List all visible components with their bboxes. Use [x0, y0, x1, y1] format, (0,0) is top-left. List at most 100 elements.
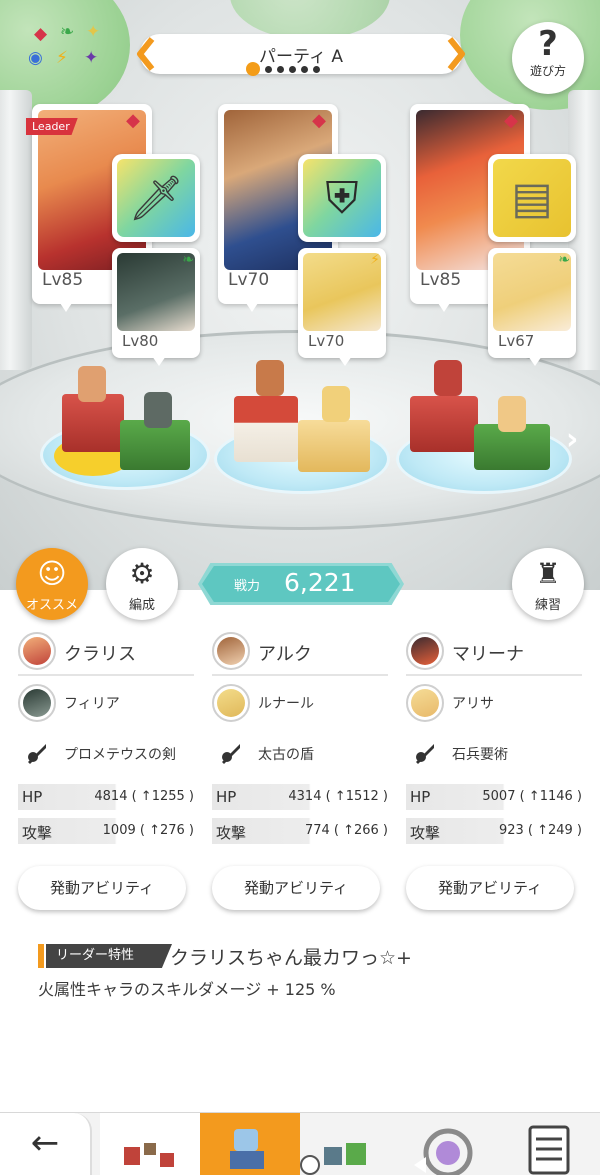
main-character-row[interactable]: アルク: [212, 630, 388, 676]
party-sprite-group-3: [396, 360, 572, 500]
party-sprite-group-2: [214, 360, 390, 500]
element-filter-icon[interactable]: ◆ ❧ ✦ ◉ ⚡ ✦: [24, 22, 114, 78]
formation-button[interactable]: ⚙ 編成: [106, 548, 178, 620]
main-character-row[interactable]: マリーナ: [406, 630, 582, 676]
lunar-sprite: [322, 386, 350, 422]
ability-button[interactable]: 発動アビリティ: [18, 866, 186, 910]
sub-character-level: Lv70: [308, 332, 345, 350]
thunder-element-icon: ⚡: [56, 48, 68, 68]
weapon-row[interactable]: 石兵要術: [406, 738, 582, 768]
marina-avatar: [406, 632, 444, 670]
hp-stat-row: HP 4814 ( ↑1255 ): [18, 784, 194, 810]
arc-sprite: [256, 360, 284, 396]
party-power-display: 戦力 6,221: [198, 563, 404, 605]
leader-badge: Leader: [26, 118, 78, 135]
nav-tab-menu[interactable]: [500, 1113, 600, 1175]
character-level: Lv85: [42, 270, 84, 290]
clarice-avatar: [18, 632, 56, 670]
party-scene: ◆ ❧ ✦ ◉ ⚡ ✦ パーティ A ? 遊び方 Lv85 ◆ Leader 🗡…: [0, 0, 600, 590]
ability-button[interactable]: 発動アビリティ: [406, 866, 574, 910]
attack-stat-row: 攻撃 774 ( ↑266 ): [212, 818, 388, 844]
hp-stat-row: HP 4314 ( ↑1512 ): [212, 784, 388, 810]
attack-label: 攻撃: [410, 824, 441, 842]
character-level: Lv70: [228, 270, 270, 290]
main-character-name: マリーナ: [452, 644, 524, 665]
attack-value: 774 ( ↑266 ): [304, 823, 388, 838]
wind-element-icon: ❧: [182, 252, 194, 268]
water-element-icon: ◉: [28, 48, 43, 68]
stone-book-icon: ▤: [493, 159, 571, 237]
ability-button[interactable]: 発動アビリティ: [212, 866, 380, 910]
nav-tab-gacha[interactable]: [400, 1113, 500, 1175]
hp-label: HP: [22, 788, 43, 806]
help-button[interactable]: ? 遊び方: [512, 22, 584, 94]
sub-character-philia[interactable]: ❧ Lv80: [112, 248, 200, 366]
equipment-slot-1[interactable]: 🗡: [112, 154, 200, 242]
recommend-button[interactable]: ☺ オススメ: [16, 548, 88, 620]
fire-element-icon: ◆: [34, 24, 48, 44]
main-character-row[interactable]: クラリス: [18, 630, 194, 676]
leader-skill-description: 火属性キャラのスキルダメージ + 125 %: [38, 980, 336, 999]
next-party-arrow-icon[interactable]: [442, 36, 468, 72]
equipment-slot-2[interactable]: ⛨: [298, 154, 386, 242]
gacha-icon: [414, 1128, 473, 1175]
attack-value: 1009 ( ↑276 ): [102, 823, 194, 838]
lunar-avatar: [212, 684, 250, 722]
power-label: 戦力: [234, 579, 261, 594]
attack-stat-row: 攻撃 923 ( ↑249 ): [406, 818, 582, 844]
arc-avatar: [212, 632, 250, 670]
weapon-name: プロメテウスの剣: [64, 747, 176, 763]
philia-sprite: [144, 392, 172, 428]
formation-label: 編成: [128, 598, 155, 613]
weapon-icon: [28, 744, 46, 764]
hp-value: 5007 ( ↑1146 ): [482, 789, 582, 804]
main-character-name: クラリス: [64, 644, 136, 665]
practice-label: 練習: [534, 598, 561, 613]
wind-element-icon: ❧: [558, 252, 570, 268]
question-icon: ?: [538, 24, 558, 64]
arisa-sprite: [498, 396, 526, 432]
hp-value: 4314 ( ↑1512 ): [288, 789, 388, 804]
weapon-name: 石兵要術: [452, 747, 508, 763]
nav-tab-items[interactable]: [100, 1113, 200, 1175]
attack-label: 攻撃: [216, 824, 247, 842]
help-label: 遊び方: [529, 64, 566, 78]
sub-character-level: Lv80: [122, 332, 159, 350]
thunder-element-icon: ⚡: [370, 252, 380, 268]
sub-character-row[interactable]: フィリア: [18, 684, 194, 724]
page-dot: [277, 65, 284, 73]
sub-character-lunar[interactable]: ⚡ Lv70: [298, 248, 386, 366]
practice-button[interactable]: ♜ 練習: [512, 548, 584, 620]
weapon-icon: [416, 744, 434, 764]
fire-element-icon: ◆: [312, 110, 326, 131]
party-page-indicator: [246, 62, 320, 76]
marina-sprite: [434, 360, 462, 396]
fire-element-icon: ◆: [504, 110, 518, 131]
scroll-right-arrow-icon[interactable]: ›: [566, 422, 578, 457]
clarice-sprite: [78, 366, 106, 402]
weapon-row[interactable]: プロメテウスの剣: [18, 738, 194, 768]
dark-element-icon: ✦: [84, 48, 99, 68]
sub-character-level: Lv67: [498, 332, 535, 350]
attack-label: 攻撃: [22, 824, 53, 842]
attack-value: 923 ( ↑249 ): [498, 823, 582, 838]
sub-character-row[interactable]: ルナール: [212, 684, 388, 724]
bottom-navigation: ←: [0, 1112, 600, 1175]
recommend-label: オススメ: [25, 598, 78, 613]
items-icon: [124, 1143, 174, 1167]
page-dot-active: [246, 62, 260, 76]
character-level: Lv85: [420, 270, 462, 290]
leader-skill-tag: リーダー特性: [46, 944, 172, 968]
shield-icon: ⛨: [303, 159, 381, 237]
equipment-slot-3[interactable]: ▤: [488, 154, 576, 242]
weapon-row[interactable]: 太古の盾: [212, 738, 388, 768]
back-arrow-icon[interactable]: ←: [0, 1113, 92, 1175]
nav-tab-party[interactable]: [200, 1113, 300, 1175]
attack-stat-row: 攻撃 1009 ( ↑276 ): [18, 818, 194, 844]
sub-character-row[interactable]: アリサ: [406, 684, 582, 724]
main-character-name: アルク: [258, 644, 312, 665]
nav-tab-characters[interactable]: [300, 1113, 400, 1175]
philia-avatar: [18, 684, 56, 722]
sub-character-arisa[interactable]: ❧ Lv67: [488, 248, 576, 366]
weapon-icon: [222, 744, 240, 764]
